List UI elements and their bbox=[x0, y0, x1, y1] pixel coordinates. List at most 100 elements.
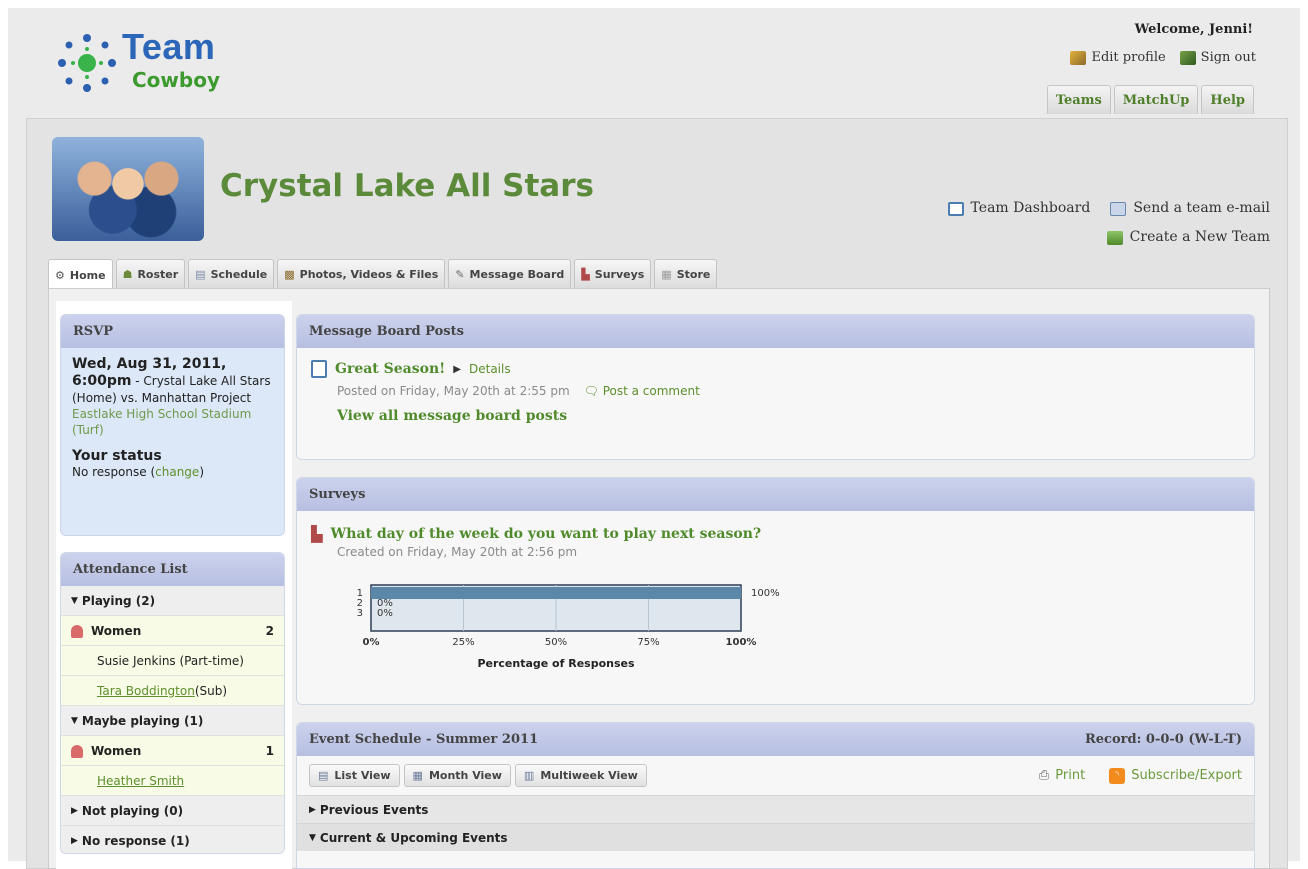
tab-help[interactable]: Help bbox=[1201, 85, 1254, 114]
women-icon bbox=[71, 624, 83, 638]
tab-message-board[interactable]: ✎ Message Board bbox=[448, 259, 572, 288]
tab-store[interactable]: ▦ Store bbox=[654, 259, 718, 288]
tab-roster[interactable]: ☗ Roster bbox=[115, 259, 186, 288]
status-label: Your status bbox=[72, 448, 162, 464]
surveys-box: Surveys ▙ What day of the week do you wa… bbox=[296, 477, 1255, 705]
multiweek-view-button[interactable]: ▥ Multiweek View bbox=[514, 764, 647, 787]
x-tick-label: 75% bbox=[637, 637, 659, 648]
list-view-button[interactable]: ▤ List View bbox=[309, 764, 400, 787]
current-events-toggle[interactable]: ▼ Current & Upcoming Events bbox=[297, 823, 1254, 851]
expanded-triangle-icon: ▼ bbox=[309, 832, 316, 843]
schedule-title: Event Schedule - Summer 2011 bbox=[309, 732, 539, 747]
month-view-button[interactable]: ▦ Month View bbox=[403, 764, 511, 787]
home-icon: ⚙ bbox=[55, 269, 65, 282]
tab-matchup[interactable]: MatchUp bbox=[1113, 85, 1199, 114]
group-no-response[interactable]: ▶ No response (1) bbox=[61, 826, 284, 853]
data-label: 100% bbox=[751, 588, 780, 599]
record: Record: 0-0-0 (W-L-T) bbox=[1084, 732, 1242, 747]
top-tabs: Teams MatchUp Help bbox=[1046, 85, 1254, 114]
details-arrow-icon: ▶ bbox=[453, 363, 461, 375]
comment-icon: 🗨 bbox=[583, 384, 599, 398]
tab-teams[interactable]: Teams bbox=[1046, 85, 1111, 114]
attendance-box: Attendance List ▼ Playing (2) Women 2 Susi… bbox=[60, 552, 285, 854]
collapsed-triangle-icon: ▶ bbox=[71, 805, 78, 816]
member-row: Heather Smith bbox=[61, 766, 284, 796]
create-team-icon bbox=[1106, 230, 1123, 245]
member-link[interactable]: Tara Boddington bbox=[97, 684, 195, 698]
post-comment-link[interactable]: 🗨 Post a comment bbox=[584, 384, 700, 398]
edit-profile-icon bbox=[1070, 50, 1087, 65]
sign-out-link[interactable]: Sign out bbox=[1179, 50, 1256, 65]
rsvp-title: RSVP bbox=[61, 315, 284, 348]
logo-cowboy-text: Cowboy bbox=[132, 68, 220, 92]
logo-team-text: Team bbox=[122, 26, 216, 67]
x-tick-label: 0% bbox=[363, 637, 380, 648]
survey-chart-icon: ▙ bbox=[311, 525, 323, 543]
group-playing[interactable]: ▼ Playing (2) bbox=[61, 586, 284, 616]
category-women-maybe: Women 1 bbox=[61, 736, 284, 766]
rsvp-location-link[interactable]: Eastlake High School Stadium (Turf) bbox=[72, 406, 273, 438]
x-tick-label: 50% bbox=[545, 637, 567, 648]
team-links: Team Dashboard Send a team e-mail Create… bbox=[947, 194, 1270, 252]
surveys-icon: ▙ bbox=[581, 268, 590, 281]
x-axis-label: Percentage of Responses bbox=[477, 657, 635, 670]
collapsed-triangle-icon: ▶ bbox=[71, 835, 78, 846]
multiweek-view-icon: ▥ bbox=[523, 769, 535, 782]
create-team-link[interactable]: Create a New Team bbox=[1106, 223, 1270, 252]
attendance-title: Attendance List bbox=[61, 553, 284, 586]
rss-icon: ◝ bbox=[1109, 767, 1126, 784]
details-link[interactable]: Details bbox=[469, 362, 511, 376]
rsvp-box: RSVP Wed, Aug 31, 2011, 6:00pm - Crystal… bbox=[60, 314, 285, 536]
team-photo bbox=[52, 137, 204, 241]
category-women-playing: Women 2 bbox=[61, 616, 284, 646]
post-title-link[interactable]: Great Season! bbox=[335, 361, 445, 377]
team-nav-tabs: ⚙ Home ☗ Roster ▤ Schedule ▩ Photos, Vid… bbox=[48, 259, 718, 290]
view-all-posts-link[interactable]: View all message board posts bbox=[337, 408, 1240, 424]
group-maybe[interactable]: ▼ Maybe playing (1) bbox=[61, 706, 284, 736]
tab-surveys[interactable]: ▙ Surveys bbox=[574, 259, 652, 288]
surveys-title: Surveys bbox=[297, 478, 1254, 511]
x-tick-label: 100% bbox=[726, 637, 757, 648]
event-schedule-box: Event Schedule - Summer 2011 Record: 0-0… bbox=[296, 722, 1255, 869]
photos-icon: ▩ bbox=[284, 268, 295, 281]
change-status-link[interactable]: change bbox=[155, 465, 199, 479]
print-icon: ⎙ bbox=[1038, 768, 1050, 783]
logo-burst-icon bbox=[58, 34, 116, 92]
women-icon bbox=[71, 744, 83, 758]
member-link[interactable]: Heather Smith bbox=[97, 774, 184, 788]
member-row: Susie Jenkins (Part-time) bbox=[61, 646, 284, 676]
message-board-title: Message Board Posts bbox=[297, 315, 1254, 348]
rsvp-event: Wed, Aug 31, 2011, 6:00pm - Crystal Lake… bbox=[72, 356, 273, 406]
status-value: No response (change) bbox=[72, 465, 204, 479]
survey-chart: 0% 25% 50% 75% 100%1 100%2 0%3 0%Percentage of … bbox=[357, 584, 780, 670]
user-links: Edit profile Sign out bbox=[1070, 50, 1256, 65]
sign-out-icon bbox=[1179, 50, 1196, 65]
print-link[interactable]: ⎙ Print bbox=[1039, 768, 1085, 784]
calendar-icon: ▤ bbox=[195, 268, 206, 281]
expanded-triangle-icon: ▼ bbox=[71, 715, 78, 726]
collapsed-triangle-icon: ▶ bbox=[309, 804, 316, 815]
team-dashboard-link[interactable]: Team Dashboard bbox=[947, 194, 1090, 223]
tab-home[interactable]: ⚙ Home bbox=[48, 259, 113, 290]
subscribe-export-link[interactable]: ◝ Subscribe/Export bbox=[1109, 767, 1242, 784]
team-name: Crystal Lake All Stars bbox=[220, 168, 594, 204]
team-cowboy-logo[interactable]: Team Cowboy bbox=[52, 20, 252, 100]
dashboard-icon bbox=[947, 201, 964, 216]
roster-icon: ☗ bbox=[122, 268, 133, 281]
tab-schedule[interactable]: ▤ Schedule bbox=[188, 259, 275, 288]
tab-photos[interactable]: ▩ Photos, Videos & Files bbox=[277, 259, 446, 288]
edit-profile-link[interactable]: Edit profile bbox=[1070, 50, 1166, 65]
store-icon: ▦ bbox=[661, 268, 672, 281]
message-board-icon: ✎ bbox=[455, 268, 465, 281]
group-not-playing[interactable]: ▶ Not playing (0) bbox=[61, 796, 284, 826]
data-label: 0% bbox=[377, 608, 393, 619]
send-team-email-link[interactable]: Send a team e-mail bbox=[1110, 194, 1270, 223]
expanded-triangle-icon: ▼ bbox=[71, 595, 78, 606]
survey-question-link[interactable]: What day of the week do you want to play… bbox=[331, 526, 762, 542]
previous-events-toggle[interactable]: ▶ Previous Events bbox=[297, 795, 1254, 823]
post-document-icon bbox=[311, 360, 327, 378]
list-view-icon: ▤ bbox=[318, 769, 329, 782]
bar bbox=[371, 587, 741, 599]
message-board-box: Message Board Posts Great Season! ▶ Deta… bbox=[296, 314, 1255, 460]
post-date: Posted on Friday, May 20th at 2:55 pm bbox=[337, 384, 570, 398]
